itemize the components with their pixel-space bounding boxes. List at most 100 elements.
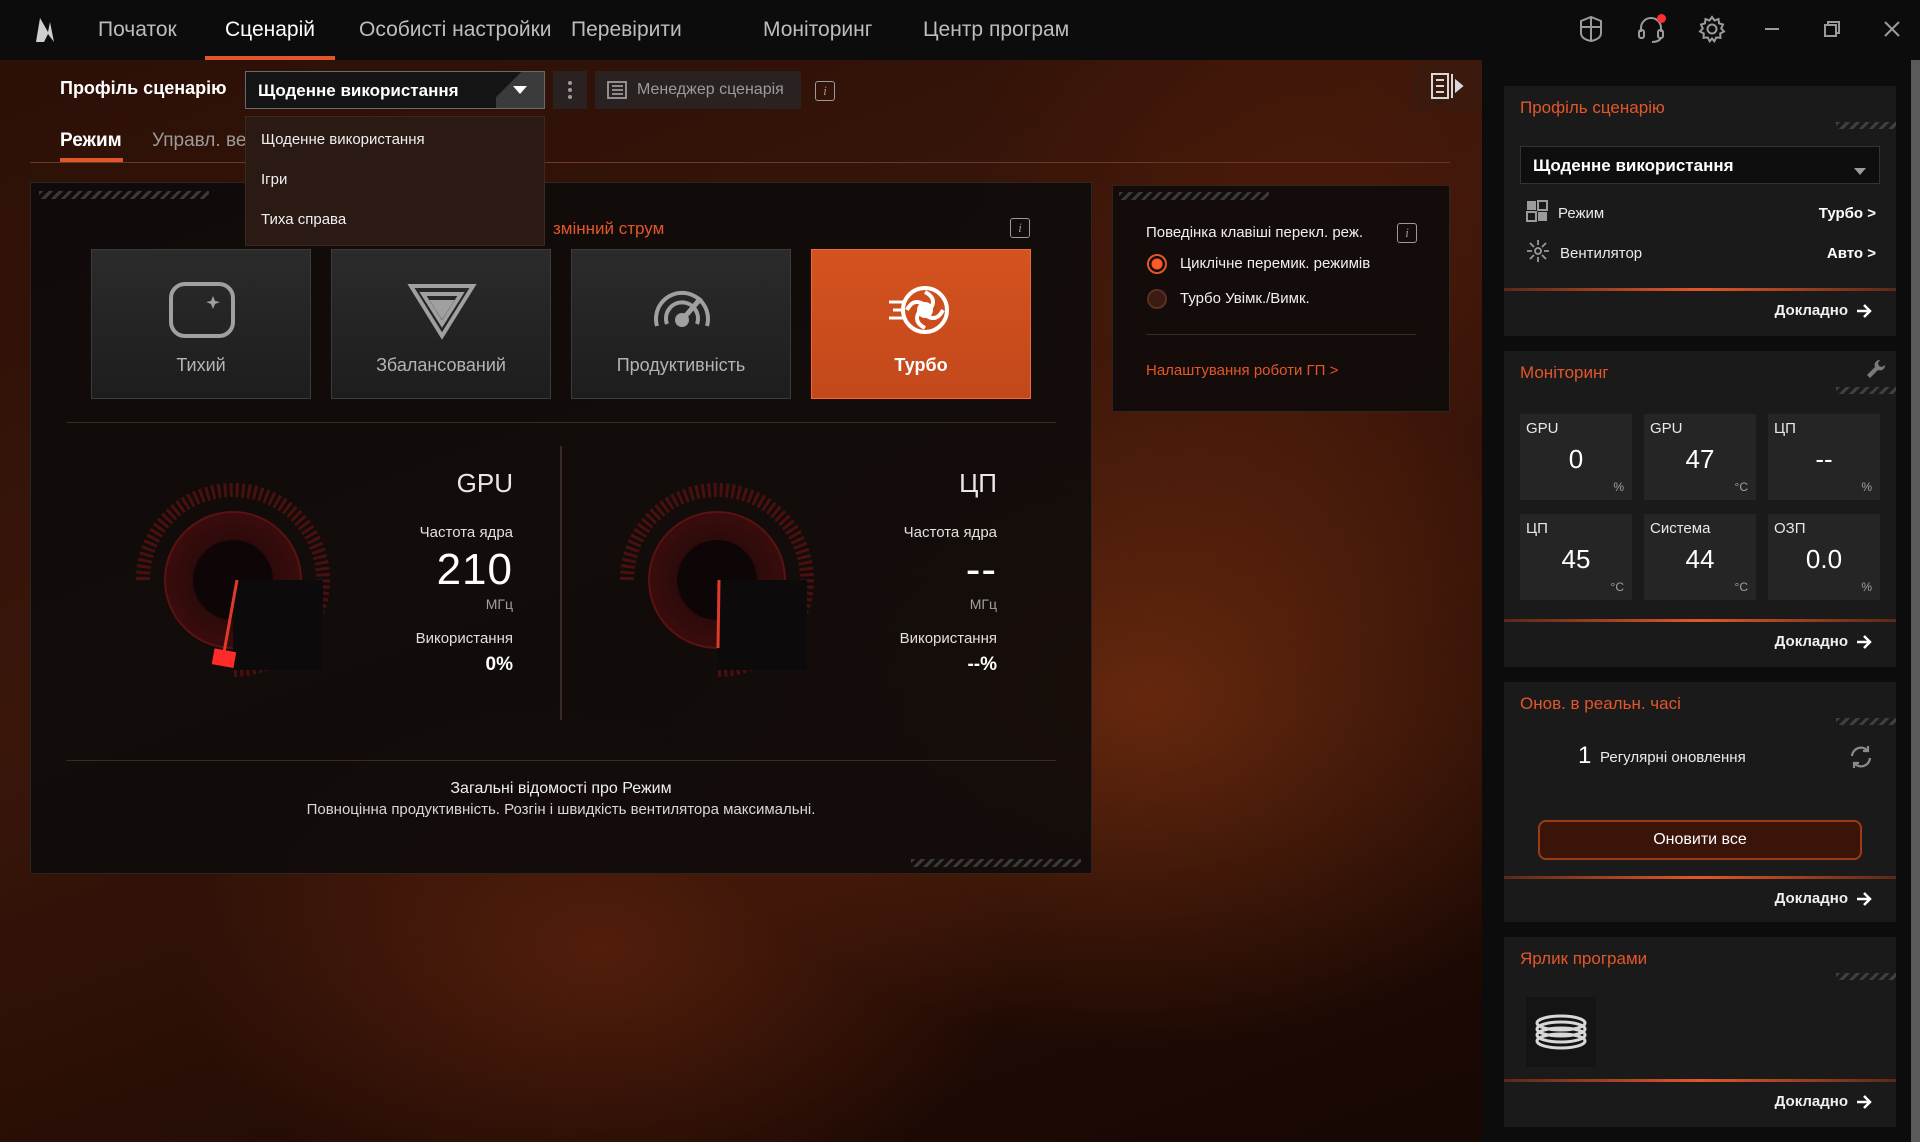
more-link-label: Докладно [1774,890,1848,907]
monitor-unit: °C [1734,580,1748,594]
monitor-unit: % [1613,480,1624,494]
arrow-right-icon [1857,891,1872,906]
profile-card-more-link[interactable]: Докладно [1775,302,1872,319]
restore-window-icon[interactable] [1815,12,1849,46]
sidebar-profile-select[interactable]: Щоденне використання [1520,146,1880,184]
mode-name: Тихий [176,355,226,375]
close-icon[interactable] [1875,12,1909,46]
mode-card-turbo[interactable]: Турбо [811,249,1031,399]
gpu-freq-unit: МГц [485,596,513,612]
radio-cycle-modes[interactable] [1147,254,1167,274]
tab-check[interactable]: Перевірити [571,0,682,60]
settings-gear-icon[interactable] [1695,12,1729,46]
monitor-label: GPU [1526,420,1559,437]
sidebar-mode-value: Турбо > [1818,204,1876,222]
tab-personal-settings[interactable]: Особисті настройки [359,0,552,60]
divider [1146,334,1416,335]
mode-card-silent[interactable]: Тихий [91,249,311,399]
scenario-manager-button[interactable]: Менеджер сценарія [595,71,801,109]
monitor-label: ЦП [1526,520,1548,537]
monitor-cpu-usage: ЦП -- % [1768,414,1880,500]
tab-home[interactable]: Початок [98,0,177,60]
app-shortcut-tile[interactable] [1526,997,1596,1067]
shortcut-card-more-link[interactable]: Докладно [1775,1093,1872,1110]
mode-card-performance[interactable]: Продуктивність [571,249,791,399]
dropdown-option-quiet[interactable]: Тиха справа [261,211,346,228]
profile-card-title: Профіль сценарію [1520,98,1665,117]
realtime-update-card: Онов. в реальн. часі 1 Регулярні оновлен… [1504,682,1896,922]
turbo-icon [887,280,957,340]
monitor-unit: °C [1734,480,1748,494]
monitor-unit: % [1861,580,1872,594]
refresh-icon[interactable] [1848,744,1874,775]
ac-power-label: змінний струм [553,219,665,238]
mode-card-balanced[interactable]: Збалансований [331,249,551,399]
fan-icon [1526,239,1550,267]
cpu-freq-value: -- [965,545,997,594]
keyboard-light-icon[interactable] [1574,12,1608,46]
card-hatch-decoration [1836,973,1896,980]
update-card-title: Онов. в реальн. часі [1520,694,1681,713]
gpu-title: GPU [456,468,513,498]
chevron-down-icon [1853,161,1867,181]
collapse-panel-icon [1431,73,1464,99]
cpu-usage-value: --% [967,654,997,675]
scenario-manager-label: Менеджер сценарія [637,81,784,98]
gpu-gauge [133,480,333,680]
mode-info-description: Повноцінна продуктивність. Розгін і швид… [306,801,816,818]
info-icon[interactable]: i [1397,223,1417,243]
grid-icon [1526,200,1548,226]
monitor-value: -- [1815,444,1833,474]
more-link-label: Докладно [1774,633,1848,650]
tab-app-center[interactable]: Центр програм [923,0,1069,60]
monitor-cpu-temp: ЦП 45 °C [1520,514,1632,600]
dropdown-option-daily[interactable]: Щоденне використання [261,131,425,148]
monitoring-card-title: Моніторинг [1520,363,1609,382]
monitor-value: 0 [1568,444,1584,474]
tab-monitoring[interactable]: Моніторинг [763,0,872,60]
monitor-value: 45 [1561,544,1591,574]
monitoring-card-more-link[interactable]: Докладно [1775,633,1872,650]
profile-dropdown-menu: Щоденне використання Ігри Тиха справа [245,116,545,246]
list-icon [607,81,627,99]
subtab-mode[interactable]: Режим [60,130,122,152]
update-all-button[interactable]: Оновити все [1538,820,1862,860]
coil-app-icon [1535,1014,1587,1050]
info-icon[interactable]: i [815,81,835,101]
minimize-icon[interactable] [1755,12,1789,46]
sidebar-mode-row[interactable]: Режим Турбо > [1526,200,1876,226]
gpu-settings-link[interactable]: Налаштування роботи ГП > [1146,362,1338,379]
monitor-gpu-usage: GPU 0 % [1520,414,1632,500]
gauge-divider [560,446,562,720]
wrench-icon[interactable] [1866,359,1886,384]
tab-scenario[interactable]: Сценарій [205,0,335,60]
cpu-freq-unit: МГц [969,596,997,612]
monitor-value: 47 [1685,444,1715,474]
monitor-label: ОЗП [1774,520,1806,537]
cpu-usage-label: Використання [899,630,997,647]
sidebar-fan-row[interactable]: Вентилятор Авто > [1526,240,1876,266]
sidebar-mode-label: Режим [1558,204,1605,222]
gpu-freq-value: 210 [436,545,513,594]
monitor-unit: °C [1610,580,1624,594]
profile-select[interactable]: Щоденне використання [245,71,545,109]
update-count: 1 [1578,742,1592,769]
right-sidebar: Профіль сценарію Щоденне використання Ре… [1482,60,1920,1142]
gpu-usage-label: Використання [415,630,513,647]
profile-card: Профіль сценарію Щоденне використання Ре… [1504,86,1896,336]
dropdown-option-games[interactable]: Ігри [261,171,287,188]
subtab-fan-control[interactable]: Управл. ве [152,130,246,152]
profile-select-value: Щоденне використання [258,81,459,100]
radio-turbo-toggle[interactable] [1147,289,1167,309]
cpu-gauge [617,480,817,680]
info-icon[interactable]: i [1010,218,1030,238]
support-headset-icon[interactable] [1634,12,1668,46]
collapse-sidebar-button[interactable] [1412,62,1482,110]
divider [66,760,1056,761]
sidebar-scrollbar[interactable] [1911,60,1920,1142]
more-options-button[interactable] [553,71,587,109]
divider [66,422,1056,423]
gpu-usage-value: 0% [485,654,513,675]
sidebar-fan-label: Вентилятор [1560,244,1643,262]
update-card-more-link[interactable]: Докладно [1775,890,1872,907]
